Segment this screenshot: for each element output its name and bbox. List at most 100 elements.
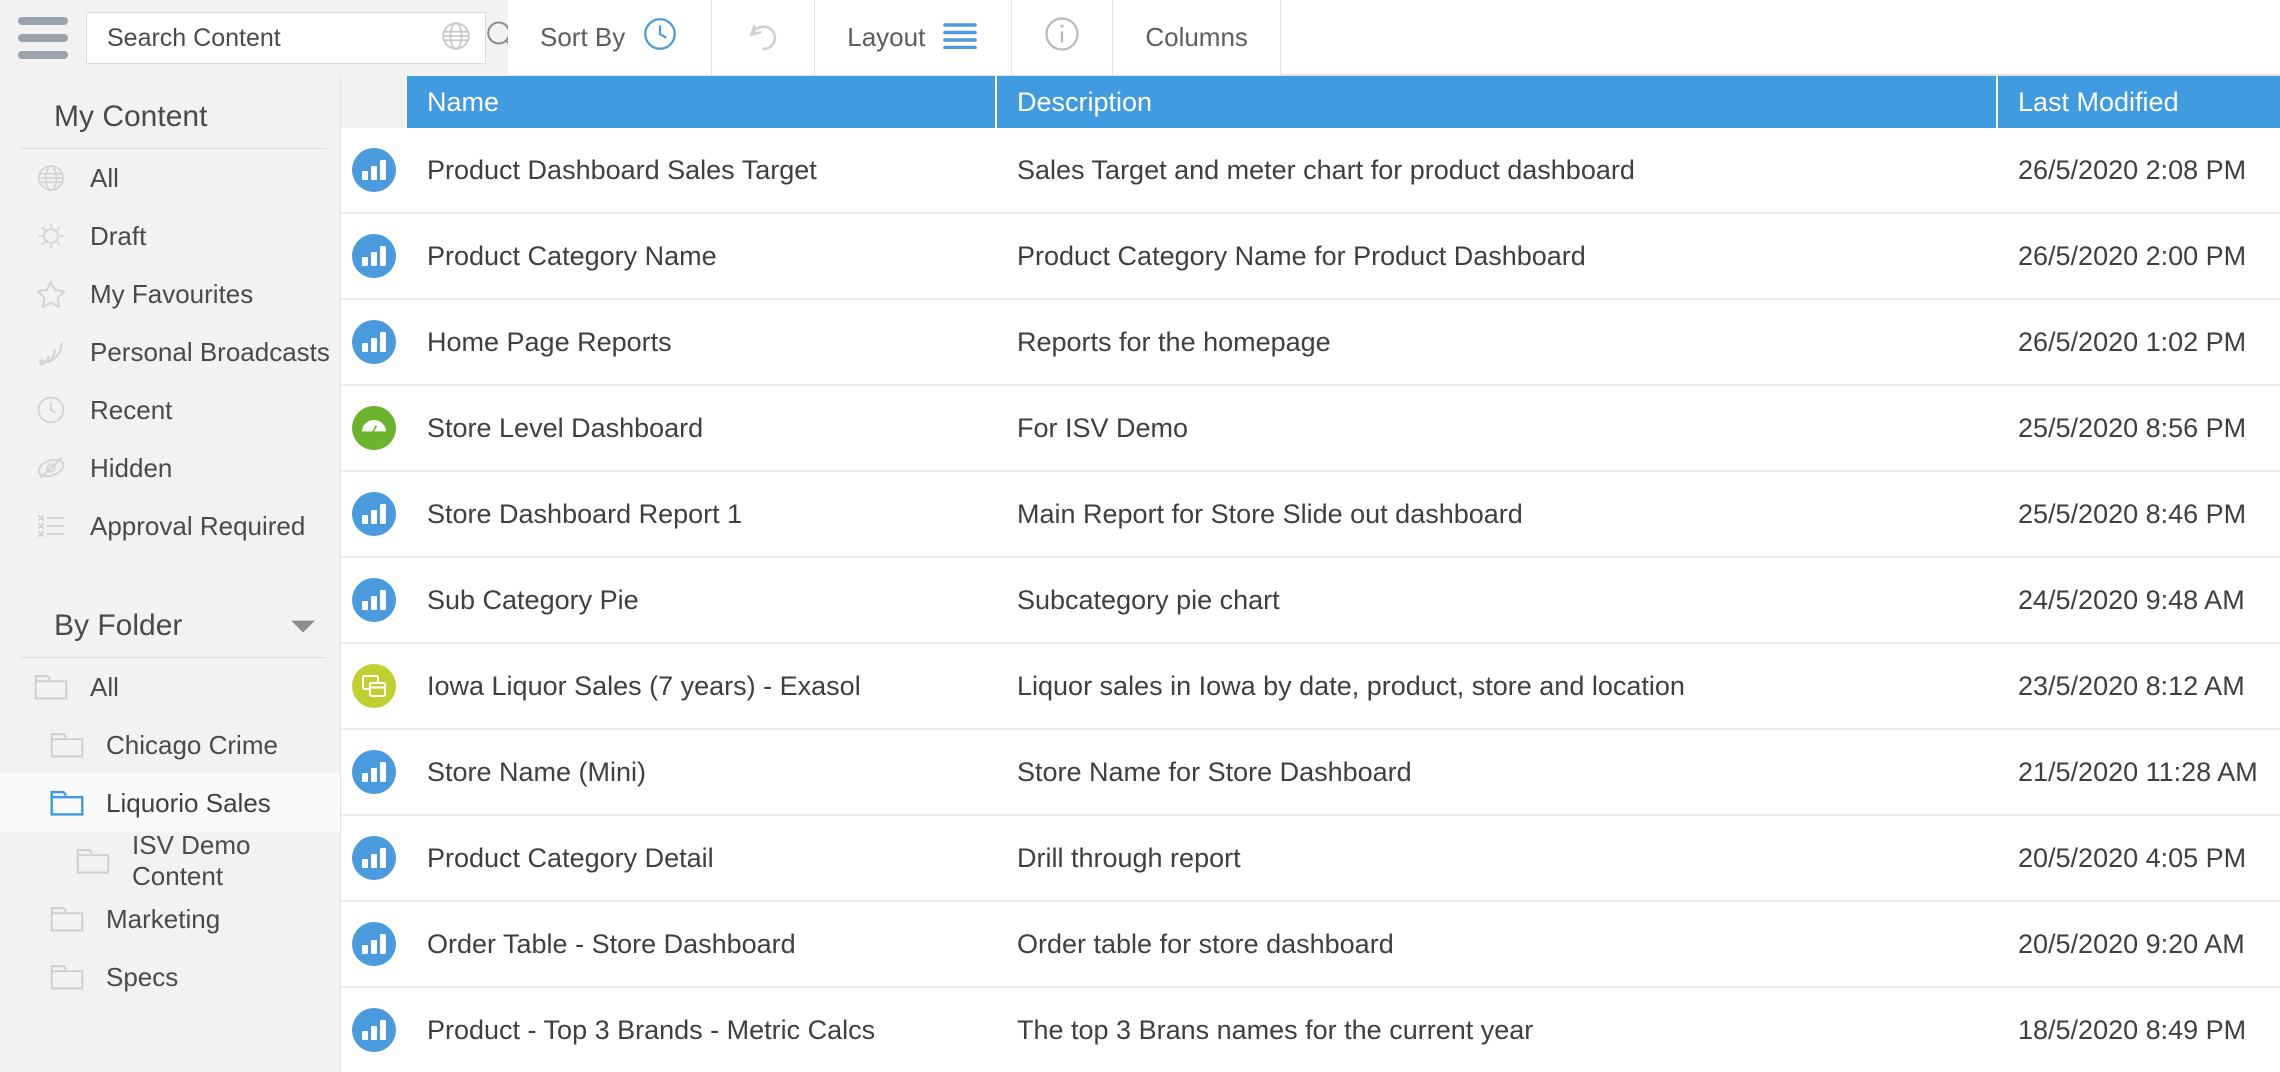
sidebar-item-hidden[interactable]: Hidden xyxy=(0,439,340,497)
rss-icon xyxy=(34,335,68,369)
sidebar-item-all[interactable]: All xyxy=(0,149,340,207)
columns-button[interactable]: Columns xyxy=(1113,0,1281,75)
column-header-last-modified[interactable]: Last Modified xyxy=(1998,76,2280,128)
cell-description: Product Category Name for Product Dashbo… xyxy=(1017,240,1586,271)
cell-name[interactable]: Product Dashboard Sales Target xyxy=(407,155,997,186)
cell-name[interactable]: Product Category Detail xyxy=(407,843,997,874)
info-button[interactable] xyxy=(1012,0,1114,75)
cell-name[interactable]: Sub Category Pie xyxy=(407,585,997,616)
cell-name[interactable]: Order Table - Store Dashboard xyxy=(407,929,997,960)
cell-name[interactable]: Store Level Dashboard xyxy=(407,413,997,444)
folder-item-label: Marketing xyxy=(106,903,221,934)
globe-icon xyxy=(34,161,68,195)
table-row[interactable]: Product Category Detail Drill through rep… xyxy=(341,816,2280,902)
folder-item-all[interactable]: All xyxy=(0,658,340,716)
gear-icon xyxy=(34,219,68,253)
table-row[interactable]: Store Level Dashboard For ISV Demo 25/5/20… xyxy=(341,386,2280,472)
cell-name[interactable]: Store Dashboard Report 1 xyxy=(407,499,997,530)
column-header-name[interactable]: Name xyxy=(407,76,997,128)
table-row[interactable]: Sub Category Pie Subcategory pie chart 24/… xyxy=(341,558,2280,644)
cell-description: Order table for store dashboard xyxy=(1017,928,1394,959)
search-box[interactable] xyxy=(86,12,516,64)
cell-last-modified: 18/5/2020 8:49 PM xyxy=(2018,1014,2247,1045)
cell-name[interactable]: Store Name (Mini) xyxy=(407,757,997,788)
cell-last-modified: 21/5/2020 11:28 AM xyxy=(2018,756,2258,787)
bar-chart-icon xyxy=(352,492,396,536)
folder-icon xyxy=(50,728,84,762)
by-folder-heading[interactable]: By Folder xyxy=(20,595,326,658)
folder-icon xyxy=(50,786,84,820)
undo-icon[interactable] xyxy=(742,13,784,62)
content-type-icon-cell xyxy=(341,578,407,622)
folder-item-marketing[interactable]: Marketing xyxy=(0,890,340,948)
table-row[interactable]: Store Dashboard Report 1 Main Report for … xyxy=(341,472,2280,558)
table-row[interactable]: Product Dashboard Sales Target Sales Targ… xyxy=(341,128,2280,214)
cell-name[interactable]: Home Page Reports xyxy=(407,327,997,358)
cell-description: The top 3 Brans names for the current ye… xyxy=(1017,1014,1534,1045)
table-row[interactable]: Order Table - Store Dashboard Order table… xyxy=(341,902,2280,988)
bar-chart-icon xyxy=(352,320,396,364)
content-type-icon-cell xyxy=(341,148,407,192)
cell-description: Drill through report xyxy=(1017,842,1241,873)
sidebar-item-approval-required[interactable]: Approval Required xyxy=(0,497,340,555)
sidebar-item-label: My Favourites xyxy=(90,278,254,309)
info-icon[interactable] xyxy=(1042,14,1082,61)
content-type-icon-cell xyxy=(341,406,407,450)
top-bar: Sort By Layout xyxy=(0,0,2280,76)
bar-chart-icon xyxy=(352,234,396,278)
table-row[interactable]: Iowa Liquor Sales (7 years) - Exasol Liqu… xyxy=(341,644,2280,730)
cell-last-modified: 24/5/2020 9:48 AM xyxy=(2018,584,2245,615)
body: My Content All Draft My Favourites Perso… xyxy=(0,76,2280,1072)
table-header: Name Description Last Modified xyxy=(341,76,2280,128)
folder-item-label: All xyxy=(90,671,119,702)
cell-name[interactable]: Product Category Name xyxy=(407,241,997,272)
content-type-icon-cell xyxy=(341,664,407,708)
table-row[interactable]: Home Page Reports Reports for the homepag… xyxy=(341,300,2280,386)
folder-item-liquorio-sales[interactable]: Liquorio Sales xyxy=(0,774,340,832)
cell-last-modified: 25/5/2020 8:56 PM xyxy=(2018,412,2247,443)
cell-last-modified: 26/5/2020 2:08 PM xyxy=(2018,154,2247,185)
undo-button[interactable] xyxy=(712,0,816,75)
table-header-icon-spacer xyxy=(341,76,407,128)
content-type-icon-cell xyxy=(341,836,407,880)
sidebar-item-personal-broadcasts[interactable]: Personal Broadcasts xyxy=(0,323,340,381)
content-type-icon-cell xyxy=(341,750,407,794)
cell-name[interactable]: Iowa Liquor Sales (7 years) - Exasol xyxy=(407,671,997,702)
folder-item-specs[interactable]: Specs xyxy=(0,948,340,1006)
column-header-description[interactable]: Description xyxy=(997,76,1998,128)
clock-icon[interactable] xyxy=(641,15,679,60)
table-row[interactable]: Product Category Name Product Category Na… xyxy=(341,214,2280,300)
table-row[interactable]: Product - Top 3 Brands - Metric Calcs The… xyxy=(341,988,2280,1072)
cell-name[interactable]: Product - Top 3 Brands - Metric Calcs xyxy=(407,1015,997,1046)
table-row[interactable]: Store Name (Mini) Store Name for Store Da… xyxy=(341,730,2280,816)
cell-description: Store Name for Store Dashboard xyxy=(1017,756,1412,787)
sidebar-item-draft[interactable]: Draft xyxy=(0,207,340,265)
sort-by-button[interactable]: Sort By xyxy=(508,0,713,75)
folder-icon xyxy=(76,844,110,878)
main-menu-button[interactable] xyxy=(0,0,86,76)
folder-item-isv-demo-content[interactable]: ISV Demo Content xyxy=(0,830,340,891)
toolbar-spacer xyxy=(1280,0,2280,75)
sidebar-item-label: Recent xyxy=(90,394,173,425)
my-content-heading: My Content xyxy=(20,86,326,149)
content-type-icon-cell xyxy=(341,234,407,278)
content-browser-app: Sort By Layout xyxy=(0,0,2280,1072)
folder-item-label: Chicago Crime xyxy=(106,729,278,760)
sidebar-item-recent[interactable]: Recent xyxy=(0,381,340,439)
layout-button[interactable]: Layout xyxy=(815,0,1013,75)
clock-icon xyxy=(34,393,68,427)
list-lines-icon[interactable] xyxy=(941,19,979,56)
star-icon xyxy=(34,277,68,311)
sidebar-item-my-favourites[interactable]: My Favourites xyxy=(0,265,340,323)
search-input[interactable] xyxy=(107,23,429,53)
content-type-icon-cell xyxy=(341,922,407,966)
cell-last-modified: 20/5/2020 9:20 AM xyxy=(2018,928,2245,959)
globe-icon[interactable] xyxy=(439,19,473,58)
cell-last-modified: 23/5/2020 8:12 AM xyxy=(2018,670,2245,701)
sort-by-label: Sort By xyxy=(540,22,626,52)
bar-chart-icon xyxy=(352,750,396,794)
sidebar: My Content All Draft My Favourites Perso… xyxy=(0,76,340,1072)
folder-item-chicago-crime[interactable]: Chicago Crime xyxy=(0,716,340,774)
chevron-down-icon[interactable] xyxy=(290,609,316,643)
columns-label: Columns xyxy=(1145,22,1248,52)
